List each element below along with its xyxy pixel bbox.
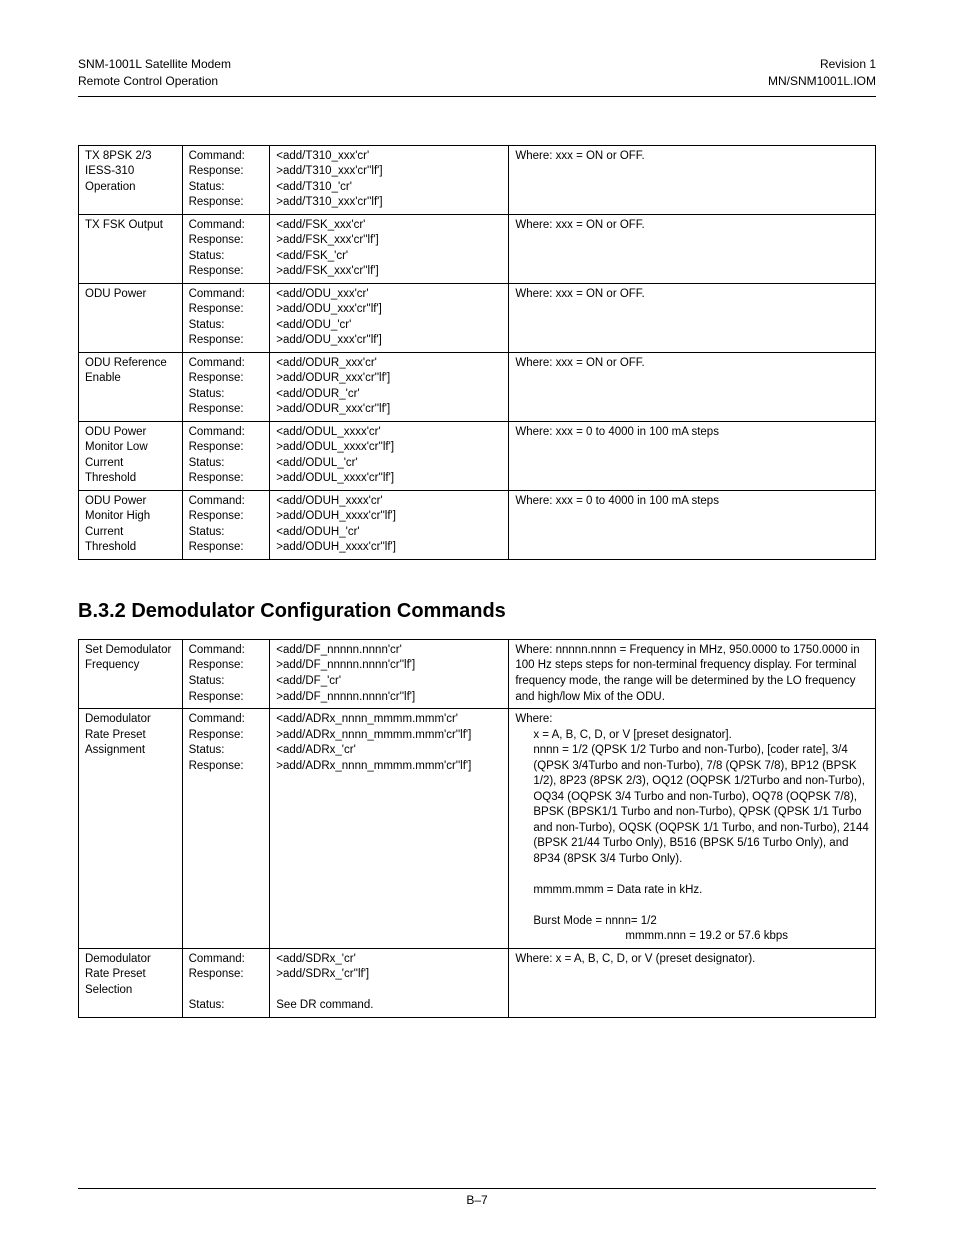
where-head: Where: [515,713,552,725]
command-types: Command: Response: Status: Response: [182,639,270,708]
table-row: ODU Reference EnableCommand: Response: S… [79,352,876,421]
command-name: Set Demodulator Frequency [79,639,183,708]
page-footer: B–7 [78,1188,876,1207]
table-row: ODU PowerCommand: Response: Status: Resp… [79,283,876,352]
command-syntax: <add/ODUH_xxxx'cr' >add/ODUH_xxxx'cr''lf… [270,490,509,559]
table-row: TX FSK OutputCommand: Response: Status: … [79,214,876,283]
header-left: SNM-1001L Satellite Modem Remote Control… [78,56,231,90]
command-syntax: <add/SDRx_'cr' >add/SDRx_'cr''lf'] See D… [270,948,509,1017]
command-description: Where: xxx = ON or OFF. [509,145,876,214]
document-page: SNM-1001L Satellite Modem Remote Control… [0,0,954,1235]
modulator-odu-table: TX 8PSK 2/3 IESS-310 OperationCommand: R… [78,145,876,560]
command-types: Command: Response: Status: Response: [182,490,270,559]
header-section: Remote Control Operation [78,73,231,90]
command-description: Where: xxx = 0 to 4000 in 100 mA steps [509,421,876,490]
command-description: Where: nnnnn.nnnn = Frequency in MHz, 95… [509,639,876,708]
command-types: Command: Response: Status: Response: [182,709,270,949]
command-name: Demodulator Rate Preset Assignment [79,709,183,949]
command-description: Where: x = A, B, C, D, or V (preset desi… [509,948,876,1017]
header-revision: Revision 1 [768,56,876,73]
page-header: SNM-1001L Satellite Modem Remote Control… [78,56,876,90]
command-syntax: <add/ODUR_xxx'cr' >add/ODUR_xxx'cr''lf']… [270,352,509,421]
footer-rule [78,1188,876,1189]
command-name: Demodulator Rate Preset Selection [79,948,183,1017]
header-right: Revision 1 MN/SNM1001L.IOM [768,56,876,90]
command-types: Command: Response: Status: [182,948,270,1017]
command-name: ODU Power [79,283,183,352]
header-rule [78,96,876,97]
command-types: Command: Response: Status: Response: [182,214,270,283]
header-product: SNM-1001L Satellite Modem [78,56,231,73]
section-heading-b32: B.3.2 Demodulator Configuration Commands [78,600,876,623]
page-number: B–7 [78,1193,876,1207]
command-syntax: <add/ODUL_xxxx'cr' >add/ODUL_xxxx'cr''lf… [270,421,509,490]
command-syntax: <add/T310_xxx'cr' >add/T310_xxx'cr''lf']… [270,145,509,214]
command-name: ODU Reference Enable [79,352,183,421]
header-docid: MN/SNM1001L.IOM [768,73,876,90]
command-name: ODU Power Monitor Low Current Threshold [79,421,183,490]
command-types: Command: Response: Status: Response: [182,421,270,490]
command-description: Where: xxx = ON or OFF. [509,283,876,352]
command-description: Where: x = A, B, C, D, or V [preset desig… [509,709,876,949]
table-row: TX 8PSK 2/3 IESS-310 OperationCommand: R… [79,145,876,214]
command-description: Where: xxx = ON or OFF. [509,214,876,283]
command-syntax: <add/ODU_xxx'cr' >add/ODU_xxx'cr''lf'] <… [270,283,509,352]
table-row: ODU Power Monitor High Current Threshold… [79,490,876,559]
command-types: Command: Response: Status: Response: [182,283,270,352]
command-name: TX FSK Output [79,214,183,283]
command-syntax: <add/ADRx_nnnn_mmmm.mmm'cr' >add/ADRx_nn… [270,709,509,949]
demodulator-table: Set Demodulator FrequencyCommand: Respon… [78,639,876,1018]
table-row: Demodulator Rate Preset SelectionCommand… [79,948,876,1017]
table-row: ODU Power Monitor Low Current Threshold … [79,421,876,490]
command-syntax: <add/DF_nnnnn.nnnn'cr' >add/DF_nnnnn.nnn… [270,639,509,708]
command-description: Where: xxx = ON or OFF. [509,352,876,421]
command-syntax: <add/FSK_xxx'cr' >add/FSK_xxx'cr''lf'] <… [270,214,509,283]
command-types: Command: Response: Status: Response: [182,145,270,214]
table-row: Set Demodulator FrequencyCommand: Respon… [79,639,876,708]
command-name: ODU Power Monitor High Current Threshold [79,490,183,559]
command-types: Command: Response: Status: Response: [182,352,270,421]
table-row: Demodulator Rate Preset AssignmentComman… [79,709,876,949]
command-name: TX 8PSK 2/3 IESS-310 Operation [79,145,183,214]
where-tail: mmmm.nnn = 19.2 or 57.6 kbps [515,929,869,945]
where-body: x = A, B, C, D, or V [preset designator]… [515,728,869,930]
command-description: Where: xxx = 0 to 4000 in 100 mA steps [509,490,876,559]
